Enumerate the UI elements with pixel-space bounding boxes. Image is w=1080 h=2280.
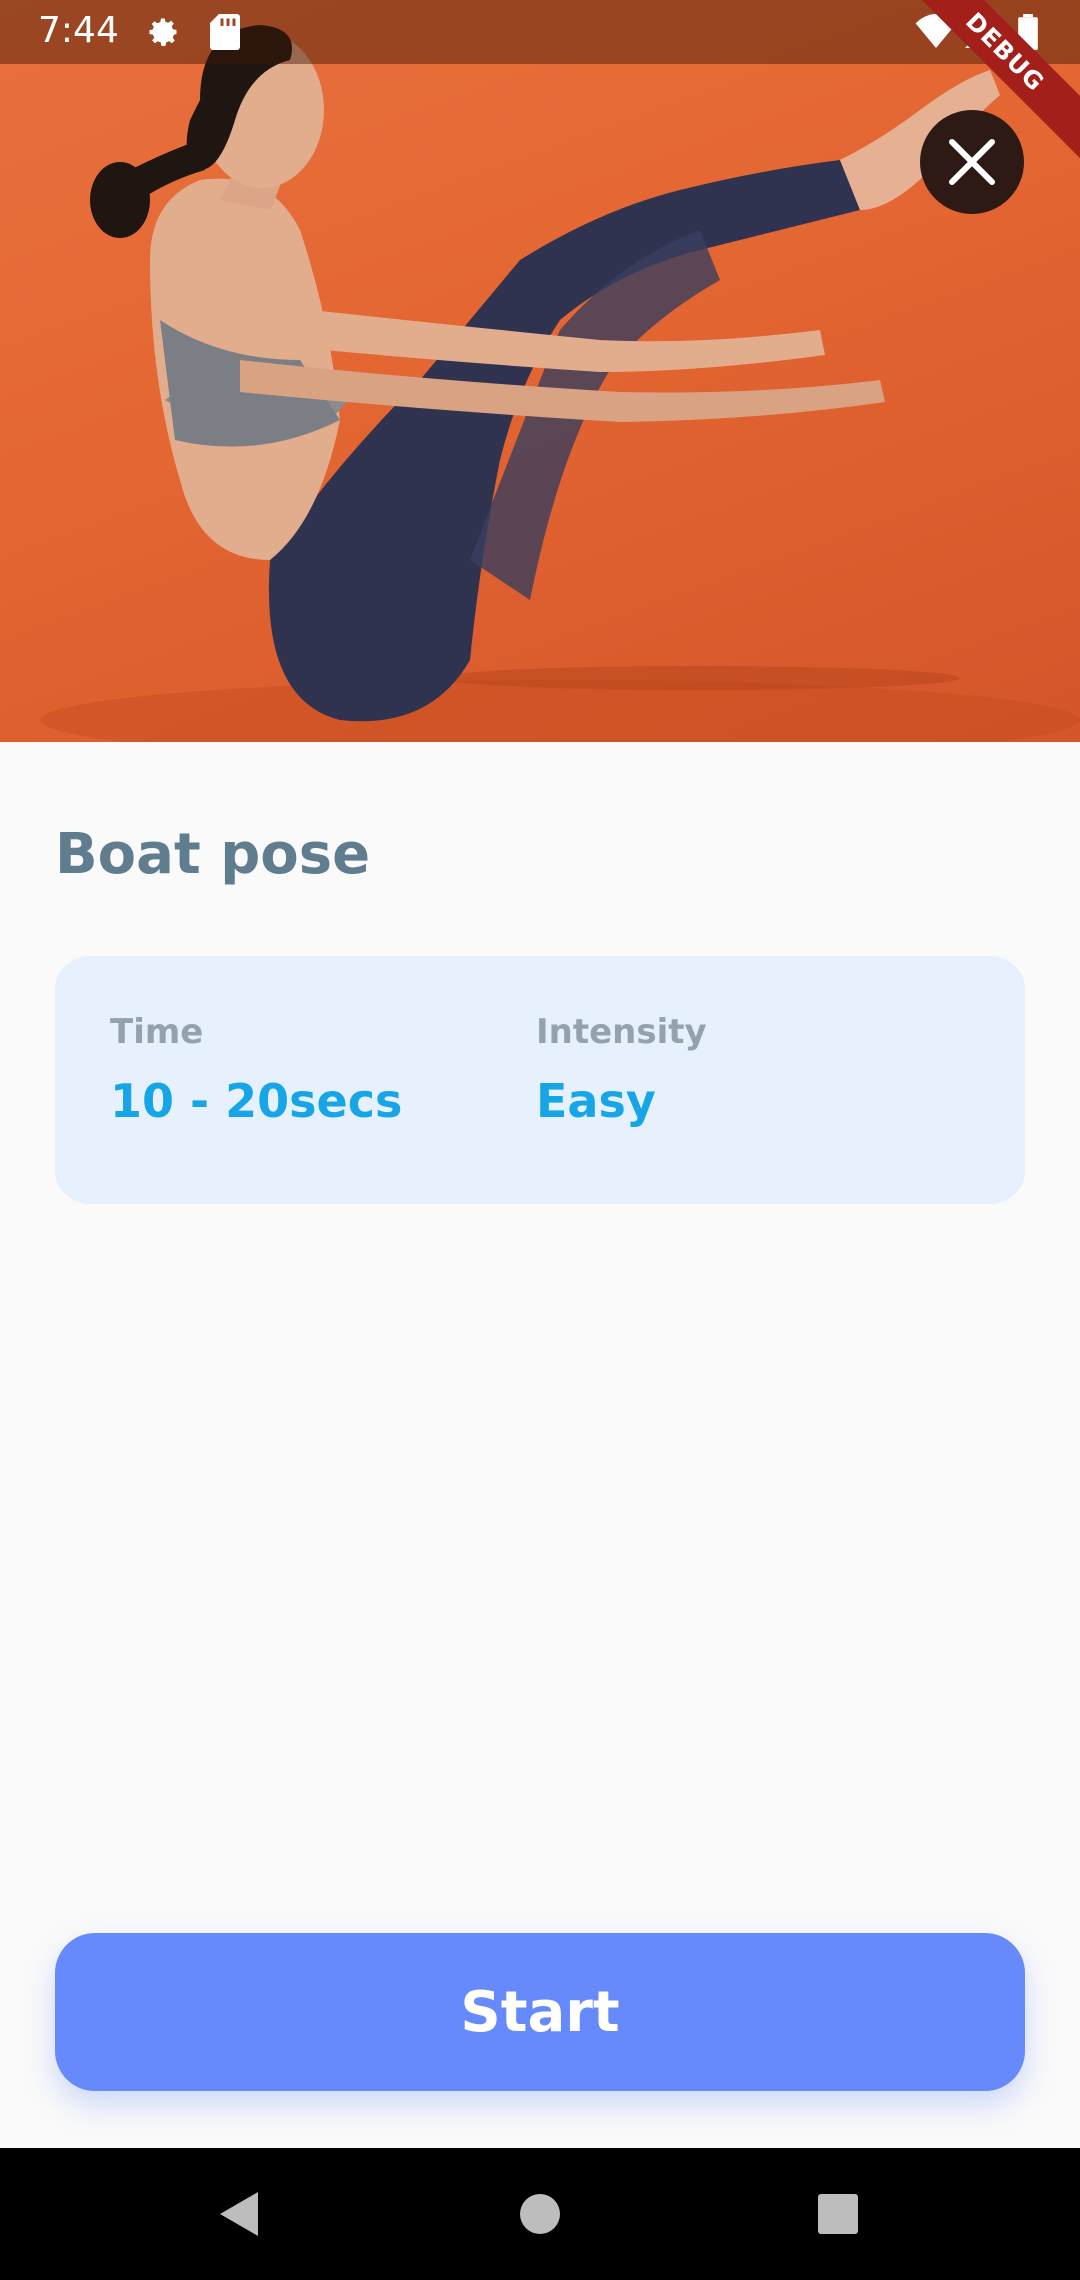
start-button[interactable]: Start (55, 1933, 1025, 2091)
yoga-boat-pose-illustration (40, 25, 1080, 742)
home-icon[interactable] (519, 2188, 561, 2244)
back-icon[interactable] (216, 2188, 262, 2244)
status-bar: 7:44 (0, 0, 1080, 64)
intensity-value: Easy (536, 1074, 656, 1128)
intensity-info: Intensity Easy (536, 1012, 707, 1128)
navigation-bar (0, 2148, 1080, 2280)
exercise-info-card: Time 10 - 20secs Intensity Easy (55, 956, 1025, 1204)
recents-icon[interactable] (816, 2188, 860, 2244)
status-time: 7:44 (38, 10, 119, 51)
time-value: 10 - 20secs (110, 1074, 403, 1128)
exercise-hero-image: 7:44 DEBUG (0, 0, 1080, 742)
close-button[interactable] (920, 110, 1024, 214)
time-label: Time (110, 1012, 204, 1052)
intensity-label: Intensity (536, 1012, 707, 1052)
exercise-title: Boat pose (55, 822, 371, 887)
close-icon (949, 139, 995, 185)
time-info: Time 10 - 20secs (110, 1012, 402, 1128)
